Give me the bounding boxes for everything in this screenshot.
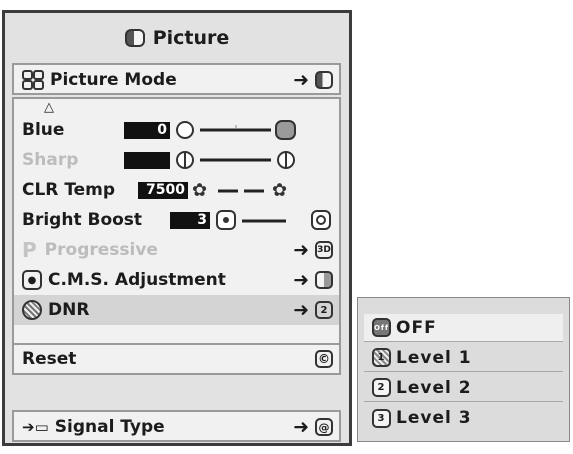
bright-boost-slider[interactable]	[216, 209, 336, 231]
sharp-value-box	[124, 151, 170, 169]
picture-tv-icon	[124, 29, 145, 47]
arrow-right-icon: ➜	[293, 416, 309, 438]
sharp-label: Sharp	[22, 150, 79, 170]
dnr-option-off[interactable]: Off OFF	[364, 314, 563, 342]
off-icon: Off	[372, 318, 391, 337]
signal-type-row[interactable]: ➔▭ Signal Type ➜ @	[14, 412, 339, 442]
arrow-right-icon: ➜	[293, 239, 309, 261]
level-2-icon: 2	[372, 378, 391, 397]
svg-text:✿: ✿	[272, 180, 287, 201]
svg-text:✿: ✿	[192, 180, 207, 201]
blue-value: 0	[124, 121, 170, 139]
signal-type-box: ➔▭ Signal Type ➜ @	[12, 410, 341, 442]
picture-mode-box: Picture Mode ➜	[12, 63, 341, 95]
picture-mode-icon	[22, 70, 44, 90]
picture-mode-label: Picture Mode	[50, 70, 177, 90]
bright-boost-value: 3	[170, 211, 210, 229]
cms-adjustment-row[interactable]: ● C.M.S. Adjustment ➜	[14, 265, 339, 295]
clr-temp-slider[interactable]: ✿ ✿	[192, 179, 312, 201]
reset-row[interactable]: Reset ©	[14, 343, 339, 373]
sharp-slider[interactable]	[176, 150, 306, 170]
clr-temp-label: CLR Temp	[22, 180, 116, 200]
signal-type-icon: ➔▭	[22, 418, 49, 436]
menu-title: Picture	[5, 13, 349, 63]
blue-row[interactable]: Blue 0	[14, 115, 339, 145]
dnr-option-level-3[interactable]: 3 Level 3	[364, 404, 563, 432]
bright-boost-label: Bright Boost	[22, 210, 143, 230]
progressive-label: Progressive	[44, 240, 158, 260]
signal-type-end-icon: @	[315, 418, 333, 436]
blue-label: Blue	[22, 120, 65, 140]
dnr-label: DNR	[48, 300, 90, 320]
progressive-row[interactable]: P Progressive ➜ 3D	[14, 235, 339, 265]
dnr-icon	[22, 300, 42, 320]
sharp-row[interactable]: Sharp	[14, 145, 339, 175]
dnr-option-label: OFF	[396, 317, 437, 338]
level-3-icon: 3	[372, 408, 391, 428]
picture-menu: Picture Picture Mode ➜ △ Blue 0 Sharp CL…	[2, 10, 352, 446]
cms-end-icon	[315, 271, 333, 289]
scroll-up-triangle-icon[interactable]: △	[44, 100, 54, 115]
dnr-row[interactable]: DNR ➜ 2	[14, 295, 339, 325]
picture-mode-row[interactable]: Picture Mode ➜	[14, 65, 339, 95]
level-1-icon: 1	[372, 348, 391, 367]
arrow-right-icon: ➜	[293, 269, 309, 291]
dnr-option-label: Level 3	[396, 408, 472, 428]
menu-title-text: Picture	[152, 27, 230, 49]
bright-boost-row[interactable]: Bright Boost 3	[14, 205, 339, 235]
reset-label: Reset	[22, 349, 77, 369]
signal-type-label: Signal Type	[54, 417, 165, 437]
dnr-option-label: Level 2	[396, 377, 472, 398]
cms-label: C.M.S. Adjustment	[48, 270, 226, 290]
blue-slider[interactable]	[176, 120, 306, 140]
progressive-icon: P	[22, 238, 37, 262]
dnr-submenu: Off OFF 1 Level 1 2 Level 2 3 Level 3	[357, 297, 570, 442]
arrow-right-icon: ➜	[293, 69, 309, 91]
adjustments-box: △ Blue 0 Sharp CLR Temp 7500 ✿ ✿ Bright …	[12, 97, 341, 375]
clr-temp-row[interactable]: CLR Temp 7500 ✿ ✿	[14, 175, 339, 205]
arrow-right-icon: ➜	[293, 299, 309, 321]
reset-icon: ©	[315, 350, 333, 368]
dnr-option-label: Level 1	[396, 347, 472, 368]
dnr-option-level-1[interactable]: 1 Level 1	[364, 344, 563, 372]
dnr-level-icon: 2	[315, 301, 333, 319]
dnr-option-level-2[interactable]: 2 Level 2	[364, 374, 563, 402]
3d-icon: 3D	[315, 241, 333, 259]
clr-temp-value: 7500	[138, 181, 188, 199]
cms-icon: ●	[22, 270, 42, 290]
tv-mode-icon	[315, 71, 333, 89]
